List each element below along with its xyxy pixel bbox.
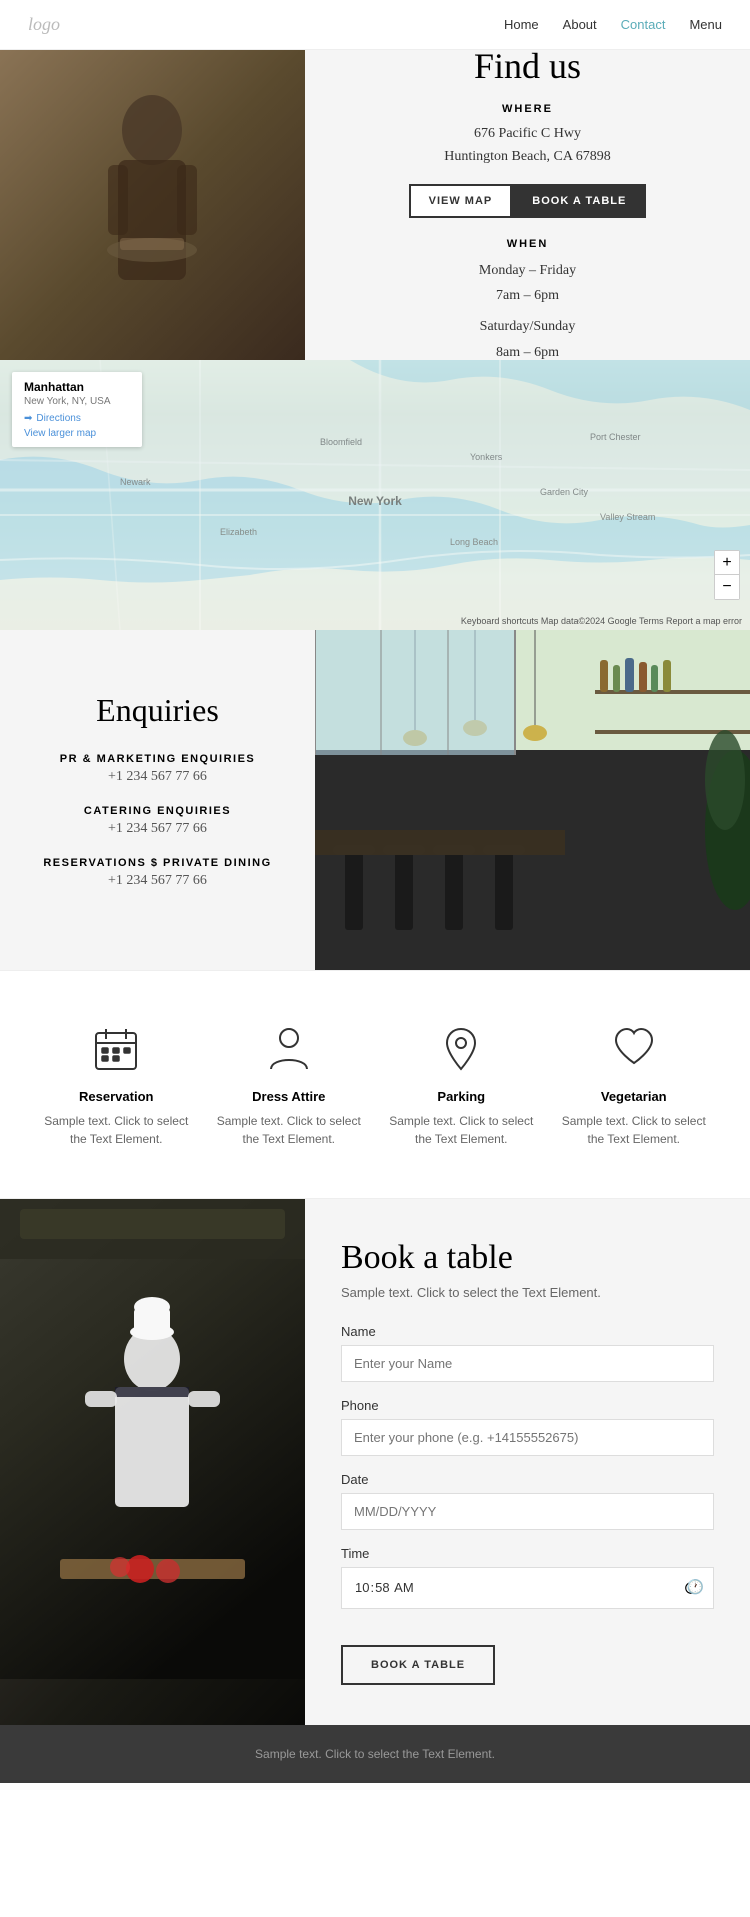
vegetarian-text: Sample text. Click to select the Text El… <box>554 1112 714 1148</box>
catering-label: CATERING ENQUIRIES <box>84 805 231 817</box>
nav-contact[interactable]: Contact <box>621 17 666 32</box>
reservation-title: Reservation <box>36 1089 196 1104</box>
enquiries-section: Enquiries PR & MARKETING ENQUIRIES +1 23… <box>0 630 750 970</box>
restaurant-image <box>0 50 305 360</box>
person-icon <box>261 1021 317 1077</box>
date-label: Date <box>341 1472 714 1487</box>
where-label: WHERE <box>502 103 553 115</box>
location-icon <box>433 1021 489 1077</box>
map-location-name: Manhattan <box>24 380 130 394</box>
book-a-table-section: Book a table Sample text. Click to selec… <box>0 1199 750 1725</box>
nav-menu[interactable]: Menu <box>689 17 722 32</box>
features-section: Reservation Sample text. Click to select… <box>0 970 750 1199</box>
dress-attire-title: Dress Attire <box>209 1089 369 1104</box>
map-location-sub: New York, NY, USA <box>24 396 130 407</box>
zoom-out-button[interactable]: − <box>715 575 739 599</box>
enquiries-content: Enquiries PR & MARKETING ENQUIRIES +1 23… <box>0 630 315 970</box>
main-nav: Home About Contact Menu <box>504 17 722 32</box>
feature-reservation: Reservation Sample text. Click to select… <box>36 1021 196 1148</box>
action-buttons: VIEW MAP BOOK A TABLE <box>409 184 647 218</box>
name-input[interactable] <box>341 1345 714 1382</box>
kitchen-image <box>0 1199 305 1725</box>
name-label: Name <box>341 1324 714 1339</box>
when-label: WHEN <box>507 238 549 250</box>
view-map-button[interactable]: VIEW MAP <box>409 184 513 218</box>
heart-icon <box>606 1021 662 1077</box>
pr-phone: +1 234 567 77 66 <box>60 769 256 785</box>
map-overlay: Manhattan New York, NY, USA ➡ Directions… <box>12 372 142 447</box>
book-form-area: Book a table Sample text. Click to selec… <box>305 1199 750 1725</box>
nav-home[interactable]: Home <box>504 17 539 32</box>
time-field-group: Time 🕐 <box>341 1546 714 1609</box>
catering-phone: +1 234 567 77 66 <box>84 821 231 837</box>
parking-title: Parking <box>381 1089 541 1104</box>
site-header: logo Home About Contact Menu <box>0 0 750 50</box>
map-section: New York Newark Yonkers Long Beach Eliza… <box>0 360 750 630</box>
feature-dress-attire: Dress Attire Sample text. Click to selec… <box>209 1021 369 1148</box>
nav-about[interactable]: About <box>563 17 597 32</box>
restaurant-address: 676 Pacific C Hwy Huntington Beach, CA 6… <box>444 123 610 168</box>
name-field-group: Name <box>341 1324 714 1382</box>
catering-enquiry: CATERING ENQUIRIES +1 234 567 77 66 <box>84 805 231 837</box>
time-label: Time <box>341 1546 714 1561</box>
reservations-label: RESERVATIONS $ PRIVATE DINING <box>43 857 271 869</box>
find-us-image <box>0 50 305 360</box>
reservation-text: Sample text. Click to select the Text El… <box>36 1112 196 1148</box>
find-us-section: Find us WHERE 676 Pacific C Hwy Huntingt… <box>0 50 750 360</box>
zoom-in-button[interactable]: + <box>715 551 739 575</box>
enquiries-title: Enquiries <box>96 692 219 729</box>
pr-label: PR & MARKETING ENQUIRIES <box>60 753 256 765</box>
vegetarian-title: Vegetarian <box>554 1089 714 1104</box>
svg-text:Valley Stream: Valley Stream <box>600 512 655 522</box>
svg-text:Port Chester: Port Chester <box>590 432 641 442</box>
footer-text: Sample text. Click to select the Text El… <box>28 1747 722 1761</box>
pr-enquiry: PR & MARKETING ENQUIRIES +1 234 567 77 6… <box>60 753 256 785</box>
svg-text:Yonkers: Yonkers <box>470 452 503 462</box>
reservations-enquiry: RESERVATIONS $ PRIVATE DINING +1 234 567… <box>43 857 271 889</box>
parking-text: Sample text. Click to select the Text El… <box>381 1112 541 1148</box>
book-title: Book a table <box>341 1239 714 1277</box>
date-input[interactable] <box>341 1493 714 1530</box>
map-copyright: Keyboard shortcuts Map data©2024 Google … <box>461 616 742 626</box>
date-field-group: Date <box>341 1472 714 1530</box>
larger-map-link[interactable]: View larger map <box>24 428 130 439</box>
book-table-submit-button[interactable]: BOOK A TABLE <box>341 1645 495 1685</box>
svg-text:New York: New York <box>348 494 402 508</box>
time-input[interactable] <box>341 1567 714 1609</box>
svg-text:Newark: Newark <box>120 477 151 487</box>
calendar-icon <box>88 1021 144 1077</box>
book-table-button-top[interactable]: BOOK A TABLE <box>512 184 646 218</box>
svg-text:Garden City: Garden City <box>540 487 589 497</box>
site-footer: Sample text. Click to select the Text El… <box>0 1725 750 1783</box>
directions-icon: ➡ <box>24 413 32 424</box>
phone-label: Phone <box>341 1398 714 1413</box>
svg-text:Bloomfield: Bloomfield <box>320 437 362 447</box>
time-input-wrap: 🕐 <box>341 1567 714 1609</box>
directions-link[interactable]: ➡ Directions <box>24 413 130 424</box>
clock-icon: 🕐 <box>687 1579 704 1596</box>
map-zoom-controls[interactable]: + − <box>714 550 740 600</box>
reservations-phone: +1 234 567 77 66 <box>43 873 271 889</box>
logo: logo <box>28 14 60 35</box>
enquiries-image <box>315 630 750 970</box>
svg-text:Long Beach: Long Beach <box>450 537 498 547</box>
phone-input[interactable] <box>341 1419 714 1456</box>
find-us-content: Find us WHERE 676 Pacific C Hwy Huntingt… <box>305 50 750 360</box>
svg-text:Elizabeth: Elizabeth <box>220 527 257 537</box>
find-us-title: Find us <box>474 45 581 87</box>
book-subtitle: Sample text. Click to select the Text El… <box>341 1285 714 1300</box>
feature-parking: Parking Sample text. Click to select the… <box>381 1021 541 1148</box>
business-hours: Monday – Friday 7am – 6pm Saturday/Sunda… <box>479 258 576 365</box>
phone-field-group: Phone <box>341 1398 714 1456</box>
feature-vegetarian: Vegetarian Sample text. Click to select … <box>554 1021 714 1148</box>
dress-attire-text: Sample text. Click to select the Text El… <box>209 1112 369 1148</box>
